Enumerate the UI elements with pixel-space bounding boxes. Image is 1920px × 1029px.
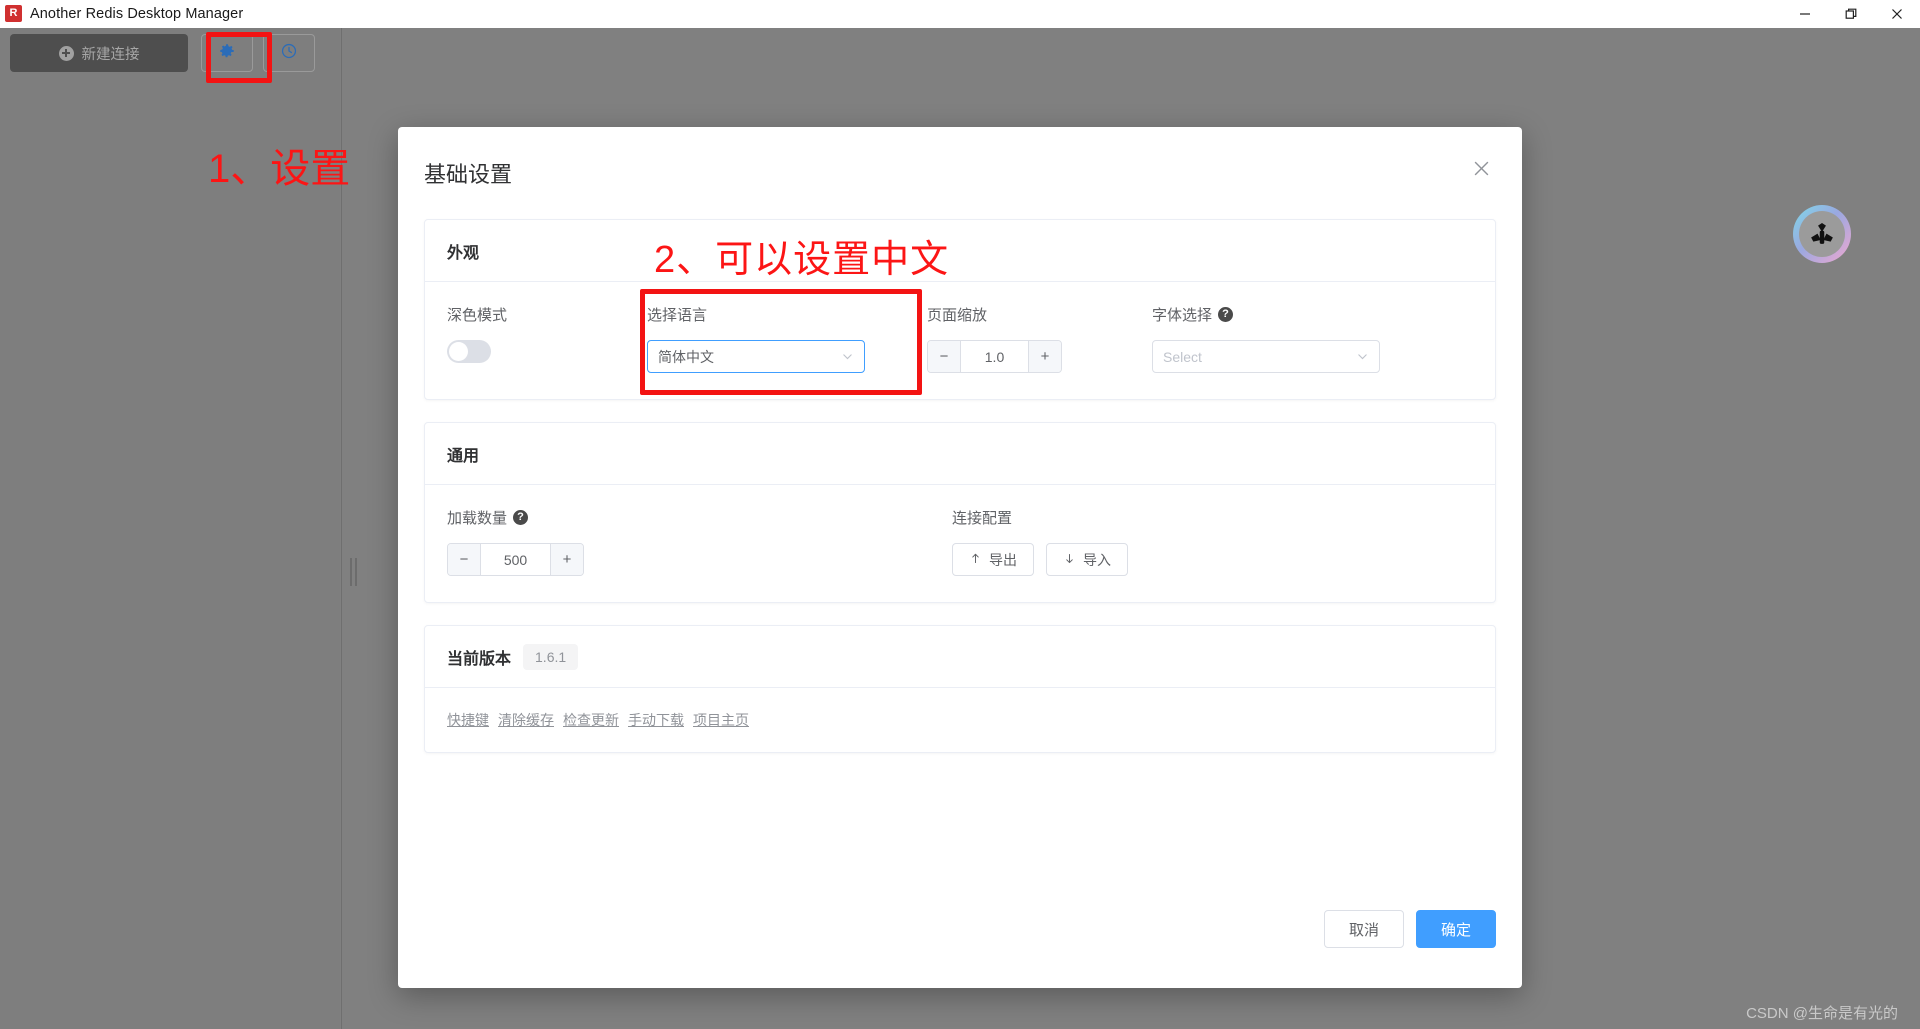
cancel-button[interactable]: 取消 (1323, 910, 1404, 948)
redis-logo-icon: R (5, 5, 22, 22)
appearance-card-body: 深色模式 选择语言 简体中文 页面缩放 − 1.0 + 字体选择 ? Selec… (425, 282, 1495, 399)
window-title: Another Redis Desktop Manager (30, 5, 244, 22)
page-zoom-value[interactable]: 1.0 (961, 341, 1028, 372)
font-field: 字体选择 ? Select (1152, 304, 1392, 373)
close-icon[interactable] (1874, 0, 1920, 28)
connection-config-buttons: 导出 导入 (952, 543, 1128, 576)
link-check-update[interactable]: 检查更新 (563, 710, 619, 730)
general-card-body: 加载数量 ? − 500 + 连接配置 导出 导入 (425, 485, 1495, 602)
watermark: CSDN @生命是有光的 (1746, 1005, 1898, 1022)
annotation-step-2: 2、可以设置中文 (654, 239, 950, 281)
appearance-card: 外观 深色模式 选择语言 简体中文 页面缩放 − 1.0 + 字体选择 ? Se… (424, 219, 1496, 400)
connection-config-field: 连接配置 导出 导入 (952, 507, 1128, 576)
question-icon[interactable]: ? (513, 509, 529, 525)
question-icon[interactable]: ? (1218, 306, 1234, 322)
upload-icon (969, 552, 982, 568)
dialog-header: 基础设置 (398, 127, 1522, 219)
page-zoom-stepper[interactable]: − 1.0 + (927, 340, 1062, 373)
page-zoom-increase-button[interactable]: + (1028, 341, 1061, 372)
export-label: 导出 (989, 551, 1017, 568)
appearance-heading: 外观 (425, 220, 1495, 282)
link-shortcuts[interactable]: 快捷键 (447, 710, 489, 730)
version-card: 当前版本 1.6.1 快捷键 清除缓存 检查更新 手动下载 项目主页 (424, 625, 1496, 753)
version-badge: 1.6.1 (523, 643, 579, 670)
version-links: 快捷键 清除缓存 检查更新 手动下载 项目主页 (447, 710, 1473, 730)
appearance-fields-row: 深色模式 选择语言 简体中文 页面缩放 − 1.0 + 字体选择 ? Selec… (447, 304, 1473, 373)
font-label-text: 字体选择 (1152, 306, 1213, 324)
general-fields-row: 加载数量 ? − 500 + 连接配置 导出 导入 (447, 507, 1473, 576)
general-heading: 通用 (425, 423, 1495, 485)
page-zoom-label: 页面缩放 (927, 306, 988, 324)
font-label: 字体选择 ? (1152, 304, 1392, 324)
annotation-box-language (640, 289, 922, 395)
basic-settings-dialog: 基础设置 外观 深色模式 选择语言 简体中文 页面缩放 − 1.0 + 字体选择… (398, 127, 1522, 988)
load-count-field: 加载数量 ? − 500 + (447, 507, 952, 576)
new-connection-button[interactable]: 新建连接 (10, 34, 188, 72)
chevron-down-icon (1356, 350, 1369, 363)
avatar-badge[interactable] (1793, 205, 1851, 263)
confirm-button[interactable]: 确定 (1415, 910, 1496, 948)
general-card: 通用 加载数量 ? − 500 + 连接配置 导出 导入 (424, 422, 1496, 603)
load-count-decrease-button[interactable]: − (448, 544, 481, 575)
version-card-body: 快捷键 清除缓存 检查更新 手动下载 项目主页 (425, 688, 1495, 752)
export-button[interactable]: 导出 (952, 543, 1034, 576)
import-button[interactable]: 导入 (1046, 543, 1128, 576)
download-icon (1063, 552, 1076, 568)
new-connection-label: 新建连接 (81, 46, 140, 63)
font-select-placeholder: Select (1163, 348, 1202, 365)
dialog-body: 外观 深色模式 选择语言 简体中文 页面缩放 − 1.0 + 字体选择 ? Se… (398, 219, 1522, 892)
load-count-stepper[interactable]: − 500 + (447, 543, 584, 576)
app-background: 新建连接 1、设置 基础设置 外观 深色模式 选择语言 简体中文 页面缩放 − … (0, 28, 1920, 1029)
link-clear-cache[interactable]: 清除缓存 (498, 710, 554, 730)
load-count-increase-button[interactable]: + (550, 544, 583, 575)
dialog-close-icon[interactable] (1468, 155, 1494, 181)
dark-mode-toggle[interactable] (447, 340, 491, 363)
dialog-title: 基础设置 (424, 162, 513, 187)
annotation-box-settings (206, 32, 272, 83)
plus-icon (58, 45, 74, 61)
pane-resize-handle[interactable] (350, 558, 357, 586)
clock-icon (280, 42, 298, 65)
load-count-label: 加载数量 ? (447, 507, 952, 527)
load-count-label-text: 加载数量 (447, 509, 508, 527)
annotation-step-1: 1、设置 (208, 147, 351, 191)
page-zoom-decrease-button[interactable]: − (928, 341, 961, 372)
link-manual-download[interactable]: 手动下载 (628, 710, 684, 730)
maximize-icon[interactable] (1828, 0, 1874, 28)
load-count-value[interactable]: 500 (481, 544, 550, 575)
minimize-icon[interactable] (1782, 0, 1828, 28)
dark-mode-label: 深色模式 (447, 306, 508, 324)
version-heading: 当前版本 (447, 650, 512, 668)
triple-chevron-logo-icon (1799, 211, 1845, 257)
dialog-footer: 取消 确定 (398, 892, 1522, 988)
version-heading-row: 当前版本 1.6.1 (425, 626, 1495, 688)
link-project-home[interactable]: 项目主页 (693, 710, 749, 730)
connection-config-label: 连接配置 (952, 509, 1013, 527)
font-select[interactable]: Select (1152, 340, 1380, 373)
window-titlebar: R Another Redis Desktop Manager (0, 0, 1920, 28)
import-label: 导入 (1083, 551, 1111, 568)
page-zoom-field: 页面缩放 − 1.0 + (927, 304, 1152, 373)
dark-mode-field: 深色模式 (447, 304, 647, 363)
